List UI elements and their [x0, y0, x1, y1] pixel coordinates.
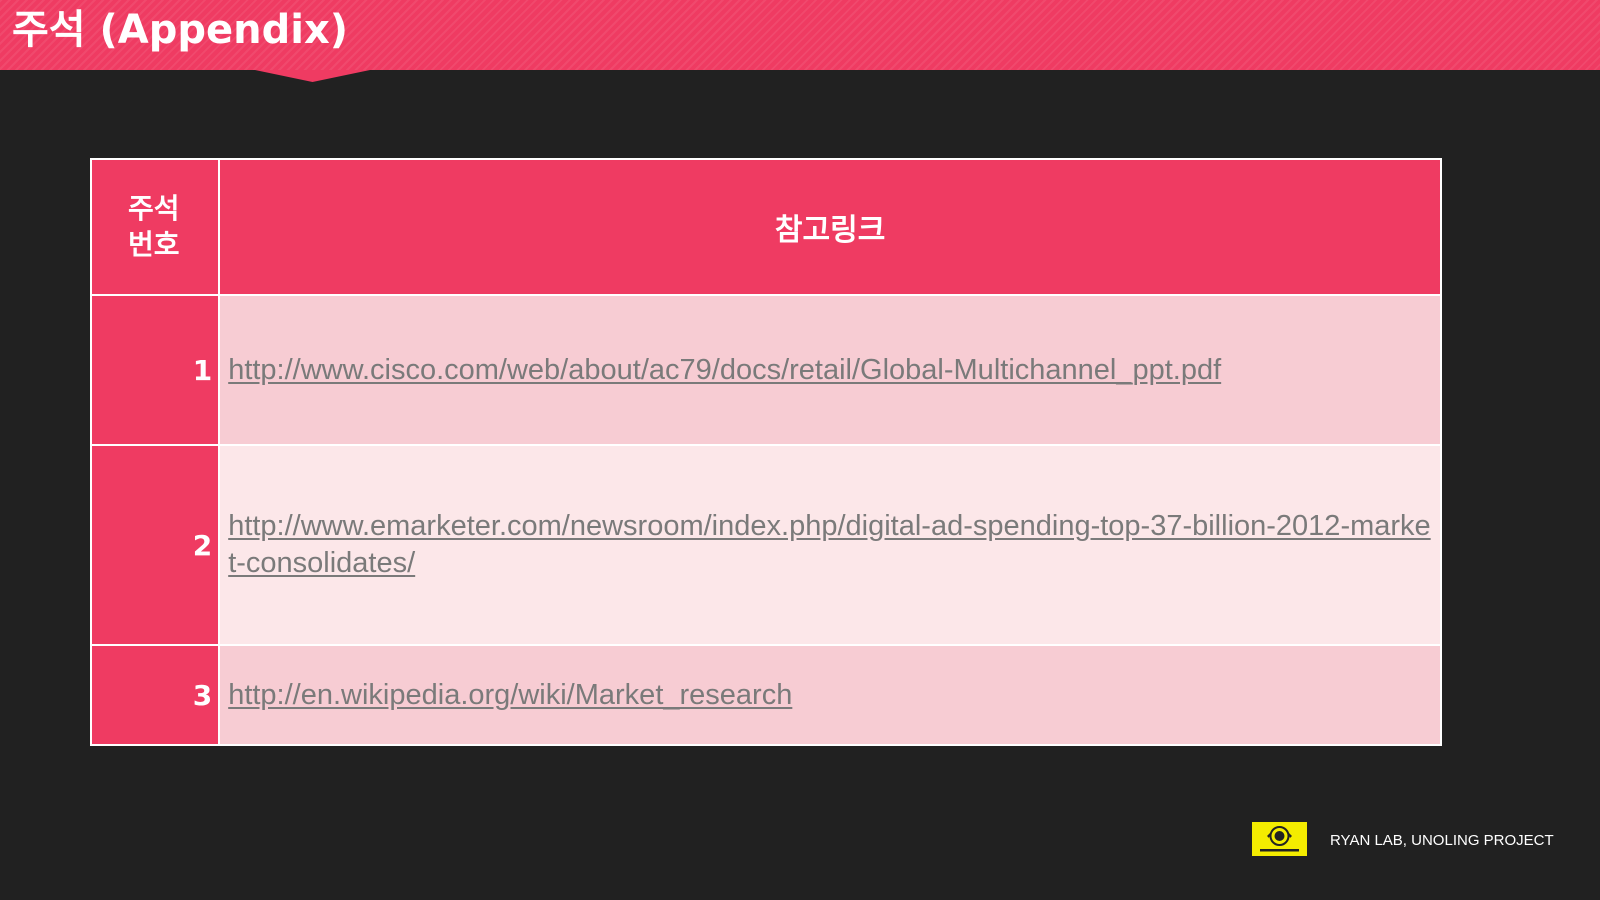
title-bar-notch: [255, 70, 370, 82]
reference-link[interactable]: http://www.emarketer.com/newsroom/index.…: [228, 510, 1430, 579]
link-cell: http://www.emarketer.com/newsroom/index.…: [218, 444, 1442, 646]
table-row: 3 http://en.wikipedia.org/wiki/Market_re…: [89, 644, 1442, 746]
header-note-number-line1: 주석: [128, 192, 180, 225]
lion-logo-icon: [1260, 826, 1299, 852]
reference-table: 주석 번호 참고링크 1 http://www.cisco.com/web/ab…: [89, 158, 1442, 746]
title-bar: 주석 (Appendix): [0, 0, 1600, 70]
row-number: 1: [89, 294, 221, 446]
link-cell: http://www.cisco.com/web/about/ac79/docs…: [218, 294, 1442, 446]
table-row: 1 http://www.cisco.com/web/about/ac79/do…: [89, 294, 1442, 446]
footer-credit: RYAN LAB, UNOLING PROJECT: [1330, 832, 1554, 849]
slide-title: 주석 (Appendix): [12, 7, 349, 53]
link-cell: http://en.wikipedia.org/wiki/Market_rese…: [218, 644, 1442, 746]
ryan-lab-logo: [1252, 822, 1307, 856]
header-note-number: 주석 번호: [89, 158, 221, 296]
table-header-row: 주석 번호 참고링크: [89, 158, 1442, 296]
header-note-number-line2: 번호: [128, 228, 180, 261]
row-number: 2: [89, 444, 221, 646]
table-row: 2 http://www.emarketer.com/newsroom/inde…: [89, 444, 1442, 646]
reference-link[interactable]: http://en.wikipedia.org/wiki/Market_rese…: [228, 679, 792, 711]
reference-link[interactable]: http://www.cisco.com/web/about/ac79/docs…: [228, 354, 1221, 386]
row-number: 3: [89, 644, 221, 746]
header-reference-link: 참고링크: [218, 158, 1442, 296]
